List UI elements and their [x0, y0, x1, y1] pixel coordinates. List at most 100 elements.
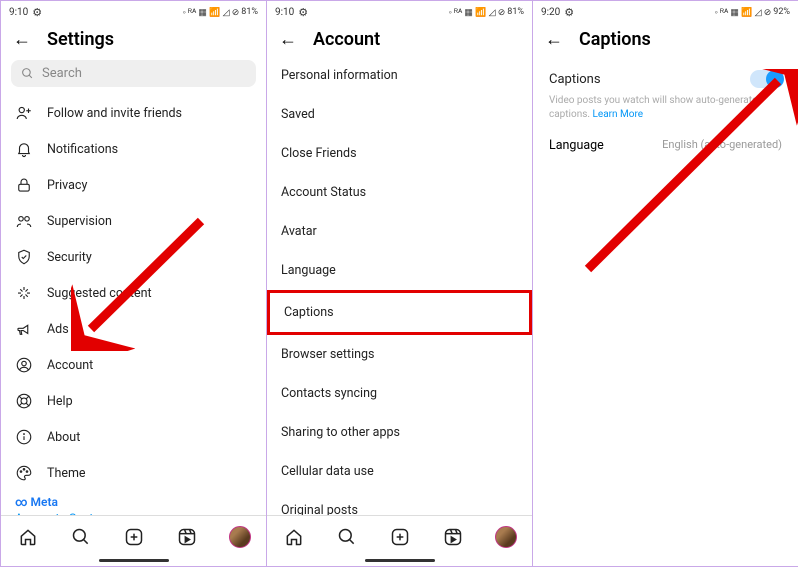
- menu-item-help[interactable]: Help: [1, 383, 266, 419]
- megaphone-icon: [15, 320, 33, 338]
- life-ring-icon: [15, 392, 33, 410]
- menu-item-theme[interactable]: Theme: [1, 455, 266, 491]
- page-title: Account: [313, 29, 380, 50]
- sparkles-icon: [15, 284, 33, 302]
- menu-item-contacts-syncing[interactable]: Contacts syncing: [267, 374, 532, 413]
- menu-label: Personal information: [281, 68, 398, 83]
- menu-label: Browser settings: [281, 347, 375, 362]
- menu-label: Captions: [284, 305, 334, 320]
- menu-item-language[interactable]: Language: [267, 251, 532, 290]
- captions-label: Captions: [549, 72, 601, 87]
- menu-label: Saved: [281, 107, 315, 122]
- home-icon[interactable]: [17, 526, 39, 548]
- menu-item-sharing-to-other-apps[interactable]: Sharing to other apps: [267, 413, 532, 452]
- header: ← Account: [267, 23, 532, 56]
- status-icons: ◦ ᴿᴬ ▦ 📶 ◿ ⊘: [183, 7, 240, 18]
- captions-toggle-row: Captions: [549, 70, 782, 88]
- settings-gear-icon: ⚙: [32, 6, 42, 19]
- menu-label: Privacy: [47, 178, 87, 193]
- learn-more-link[interactable]: Learn More: [593, 109, 644, 120]
- status-icons: ◦ ᴿᴬ ▦ 📶 ◿ ⊘: [449, 7, 506, 18]
- page-title: Captions: [579, 29, 651, 50]
- captions-screen: 9:20 ⚙ ◦ ᴿᴬ ▦ 📶 ◿ ⊘ 92% ← Captions Capti…: [532, 0, 798, 567]
- account-menu: Personal information Saved Close Friends Ac…: [267, 56, 532, 515]
- menu-item-captions[interactable]: Captions: [267, 290, 532, 335]
- language-value: English (auto-generated): [662, 138, 782, 153]
- profile-icon[interactable]: [495, 526, 517, 548]
- menu-label: Sharing to other apps: [281, 425, 400, 440]
- status-time: 9:10: [9, 7, 28, 18]
- user-circle-icon: [15, 356, 33, 374]
- create-icon[interactable]: [389, 526, 411, 548]
- menu-label: Account: [47, 358, 93, 373]
- page-title: Settings: [47, 29, 114, 50]
- back-arrow-icon[interactable]: ←: [279, 29, 297, 50]
- captions-toggle[interactable]: [750, 70, 782, 88]
- users-icon: [15, 212, 33, 230]
- menu-item-cellular-data-use[interactable]: Cellular data use: [267, 452, 532, 491]
- search-input[interactable]: Search: [11, 60, 256, 87]
- reels-icon[interactable]: [442, 526, 464, 548]
- create-icon[interactable]: [123, 526, 145, 548]
- back-arrow-icon[interactable]: ←: [13, 29, 31, 50]
- menu-item-security[interactable]: Security: [1, 239, 266, 275]
- menu-item-account-status[interactable]: Account Status: [267, 173, 532, 212]
- menu-label: Close Friends: [281, 146, 357, 161]
- menu-label: Follow and invite friends: [47, 106, 182, 121]
- menu-label: About: [47, 430, 80, 445]
- status-time: 9:20: [541, 7, 560, 18]
- menu-item-saved[interactable]: Saved: [267, 95, 532, 134]
- language-row[interactable]: Language English (auto-generated): [549, 138, 782, 153]
- menu-label: Cellular data use: [281, 464, 374, 479]
- reels-icon[interactable]: [176, 526, 198, 548]
- bottom-nav: [1, 515, 266, 557]
- search-nav-icon[interactable]: [70, 526, 92, 548]
- menu-item-account[interactable]: Account: [1, 347, 266, 383]
- back-arrow-icon[interactable]: ←: [545, 29, 563, 50]
- profile-icon[interactable]: [229, 526, 251, 548]
- menu-item-personal-information[interactable]: Personal information: [267, 56, 532, 95]
- status-time: 9:10: [275, 7, 294, 18]
- status-battery: 81%: [507, 7, 524, 17]
- menu-item-supervision[interactable]: Supervision: [1, 203, 266, 239]
- status-bar: 9:20 ⚙ ◦ ᴿᴬ ▦ 📶 ◿ ⊘ 92%: [533, 1, 798, 23]
- menu-item-privacy[interactable]: Privacy: [1, 167, 266, 203]
- menu-label: Language: [281, 263, 336, 278]
- menu-label: Ads: [47, 322, 69, 337]
- search-placeholder: Search: [42, 66, 82, 81]
- account-screen: 9:10 ⚙ ◦ ᴿᴬ ▦ 📶 ◿ ⊘ 81% ← Account Person…: [266, 0, 532, 567]
- status-battery: 92%: [773, 7, 790, 17]
- shield-check-icon: [15, 248, 33, 266]
- home-icon[interactable]: [283, 526, 305, 548]
- search-nav-icon[interactable]: [336, 526, 358, 548]
- menu-item-suggested[interactable]: Suggested content: [1, 275, 266, 311]
- menu-item-browser-settings[interactable]: Browser settings: [267, 335, 532, 374]
- settings-gear-icon: ⚙: [564, 6, 574, 19]
- menu-label: Notifications: [47, 142, 118, 157]
- user-plus-icon: [15, 104, 33, 122]
- settings-gear-icon: ⚙: [298, 6, 308, 19]
- search-icon: [21, 67, 34, 80]
- header: ← Settings: [1, 23, 266, 56]
- captions-description: Video posts you watch will show auto-gen…: [549, 94, 782, 122]
- menu-label: Account Status: [281, 185, 366, 200]
- home-indicator: [99, 559, 169, 562]
- menu-item-about[interactable]: About: [1, 419, 266, 455]
- menu-item-notifications[interactable]: Notifications: [1, 131, 266, 167]
- palette-icon: [15, 464, 33, 482]
- language-label: Language: [549, 138, 604, 153]
- menu-item-original-posts[interactable]: Original posts: [267, 491, 532, 515]
- status-bar: 9:10 ⚙ ◦ ᴿᴬ ▦ 📶 ◿ ⊘ 81%: [1, 1, 266, 23]
- status-bar: 9:10 ⚙ ◦ ᴿᴬ ▦ 📶 ◿ ⊘ 81%: [267, 1, 532, 23]
- menu-item-close-friends[interactable]: Close Friends: [267, 134, 532, 173]
- status-icons: ◦ ᴿᴬ ▦ 📶 ◿ ⊘: [715, 7, 772, 18]
- menu-label: Theme: [47, 466, 86, 481]
- menu-item-avatar[interactable]: Avatar: [267, 212, 532, 251]
- lock-icon: [15, 176, 33, 194]
- menu-item-ads[interactable]: Ads: [1, 311, 266, 347]
- menu-label: Security: [47, 250, 92, 265]
- menu-item-follow-invite[interactable]: Follow and invite friends: [1, 95, 266, 131]
- meta-footer: ∞ Meta Accounts Center Control settings …: [1, 491, 266, 515]
- meta-logo: ∞ Meta: [15, 495, 252, 509]
- home-indicator: [365, 559, 435, 562]
